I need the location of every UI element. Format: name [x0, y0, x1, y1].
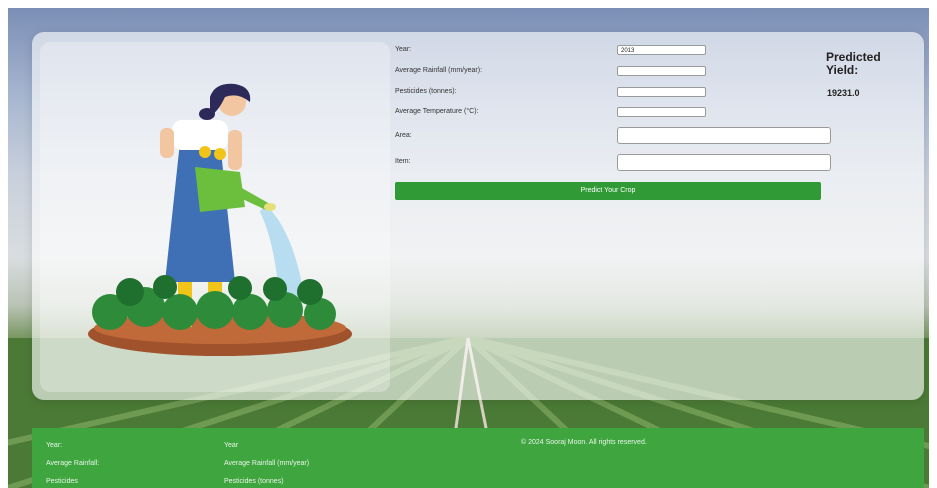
temperature-input[interactable] [617, 107, 706, 117]
pesticides-input[interactable] [617, 87, 706, 97]
footer-col1-item: Pesticides [46, 478, 78, 485]
temperature-label: Average Temperature (°C): [395, 108, 479, 115]
footer-col2-link[interactable]: Year [224, 442, 238, 449]
rainfall-input[interactable] [617, 66, 706, 76]
area-label: Area: [395, 132, 412, 139]
footer-col2-link[interactable]: Average Rainfall (mm/year) [224, 460, 309, 467]
footer-col1-item: Average Rainfall: [46, 460, 100, 467]
predict-button[interactable]: Predict Your Crop [395, 182, 821, 200]
woman-watering-plants-illustration [88, 83, 352, 356]
item-label: Item: [395, 158, 411, 165]
footer-col1-item: Year: [46, 442, 63, 449]
footer-col2-link[interactable]: Pesticides (tonnes) [224, 478, 284, 485]
rainfall-label: Average Rainfall (mm/year): [395, 67, 483, 74]
illustration-panel [40, 42, 390, 392]
predicted-yield-value: 19231.0 [827, 88, 860, 98]
copyright-text: © 2024 Sooraj Moon. All rights reserved. [521, 439, 647, 446]
year-label: Year: [395, 46, 412, 53]
year-input[interactable]: 2013 [617, 45, 706, 55]
item-input[interactable] [617, 154, 831, 171]
footer: Year: Average Rainfall: Pesticides Year … [32, 428, 924, 488]
pesticides-label: Pesticides (tonnes): [395, 88, 457, 95]
predicted-yield-title: Predicted Yield: [826, 50, 881, 77]
area-input[interactable] [617, 127, 831, 144]
